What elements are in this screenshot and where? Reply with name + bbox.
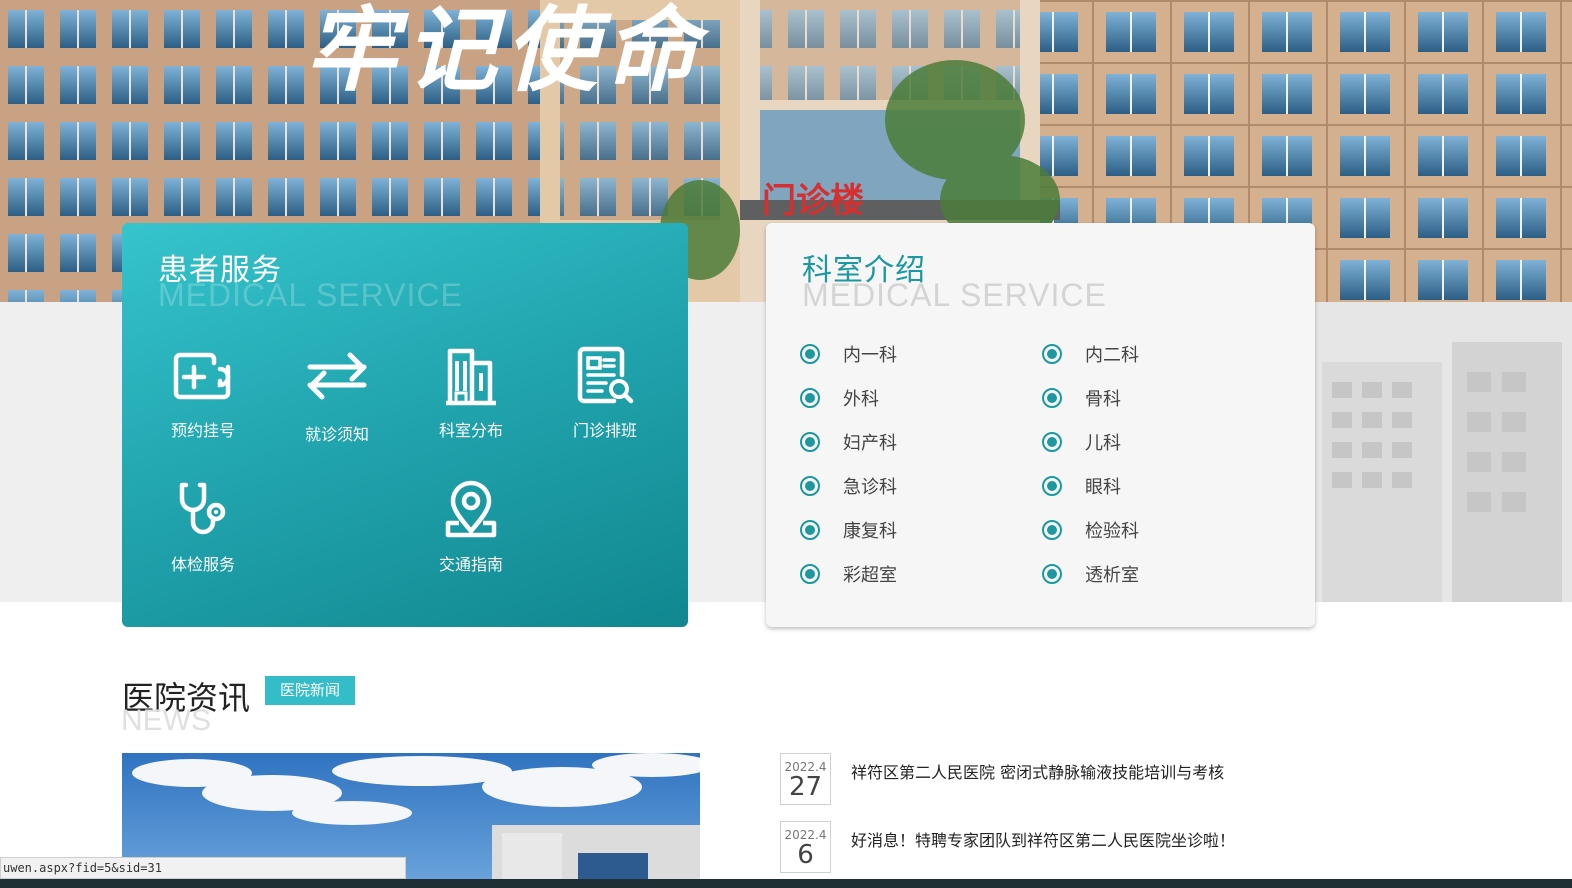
service-department-map[interactable]: 科室分布 <box>416 345 526 441</box>
radio-dot-icon <box>800 564 820 584</box>
news-category-tag[interactable]: 医院新闻 <box>265 676 355 705</box>
department-item[interactable]: 眼科 <box>1042 475 1284 498</box>
patient-service-panel: 患者服务 MEDICAL SERVICE 预约挂号 就诊须知 科室分布 门诊排班… <box>122 223 688 627</box>
calendar-plus-icon <box>173 352 231 400</box>
radio-dot-icon <box>800 476 820 496</box>
department-item[interactable]: 彩超室 <box>800 563 1042 586</box>
swap-arrows-icon <box>307 352 367 400</box>
news-headline[interactable]: 祥符区第二人民医院 密闭式静脉输液技能培训与考核 <box>851 759 1224 783</box>
radio-dot-icon <box>1042 344 1062 364</box>
department-list: 内一科 内二科 外科 骨科 妇产科 儿科 急诊科 眼科 康复科 检验科 彩超室 … <box>800 343 1300 586</box>
radio-dot-icon <box>1042 476 1062 496</box>
department-item[interactable]: 检验科 <box>1042 519 1284 542</box>
department-item[interactable]: 内二科 <box>1042 343 1284 366</box>
news-item[interactable]: 2022.4 27 祥符区第二人民医院 密闭式静脉输液技能培训与考核 <box>780 753 1480 805</box>
department-item[interactable]: 急诊科 <box>800 475 1042 498</box>
department-item[interactable]: 骨科 <box>1042 387 1284 410</box>
map-pin-icon <box>445 480 497 538</box>
building-sign: 门诊楼 <box>762 181 864 221</box>
department-item[interactable]: 外科 <box>800 387 1042 410</box>
service-outpatient-schedule[interactable]: 门诊排班 <box>550 345 660 441</box>
service-traffic-guide[interactable]: 交通指南 <box>416 479 526 575</box>
news-item[interactable]: 2022.4 6 好消息！特聘专家团队到祥符区第二人民医院坐诊啦！ <box>780 821 1480 873</box>
service-appointment[interactable]: 预约挂号 <box>148 345 258 441</box>
department-item[interactable]: 儿科 <box>1042 431 1284 454</box>
department-item[interactable]: 康复科 <box>800 519 1042 542</box>
service-label: 交通指南 <box>438 555 503 574</box>
radio-dot-icon <box>1042 520 1062 540</box>
service-label: 体检服务 <box>170 555 235 574</box>
news-date: 2022.4 27 <box>780 753 831 805</box>
bottom-strip <box>0 879 1572 888</box>
department-subtitle: MEDICAL SERVICE <box>802 277 1107 313</box>
patient-service-subtitle: MEDICAL SERVICE <box>158 277 463 313</box>
service-label: 门诊排班 <box>572 421 637 440</box>
service-physical-exam[interactable]: 体检服务 <box>148 479 258 575</box>
faded-building-illustration <box>1312 302 1572 602</box>
radio-dot-icon <box>800 520 820 540</box>
department-panel: 科室介绍 MEDICAL SERVICE 内一科 内二科 外科 骨科 妇产科 儿… <box>766 223 1315 627</box>
department-item[interactable]: 内一科 <box>800 343 1042 366</box>
news-headline[interactable]: 好消息！特聘专家团队到祥符区第二人民医院坐诊啦！ <box>851 827 1235 851</box>
service-label: 预约挂号 <box>170 421 235 440</box>
service-label: 就诊须知 <box>304 425 369 444</box>
radio-dot-icon <box>1042 564 1062 584</box>
radio-dot-icon <box>800 344 820 364</box>
service-label: 科室分布 <box>438 421 503 440</box>
service-visit-notice[interactable]: 就诊须知 <box>282 345 392 445</box>
stethoscope-icon <box>179 482 226 535</box>
news-date: 2022.4 6 <box>780 821 831 873</box>
news-section-subtitle: NEWS <box>121 704 211 737</box>
department-item[interactable]: 妇产科 <box>800 431 1042 454</box>
building-icon <box>446 348 496 406</box>
radio-dot-icon <box>1042 432 1062 452</box>
radio-dot-icon <box>1042 388 1062 408</box>
radio-dot-icon <box>800 432 820 452</box>
schedule-search-icon <box>577 346 634 404</box>
department-item[interactable]: 透析室 <box>1042 563 1284 586</box>
hero-slogan: 牢记使命 <box>305 0 710 104</box>
browser-status-url: uwen.aspx?fid=5&sid=31 <box>0 857 406 879</box>
radio-dot-icon <box>800 388 820 408</box>
